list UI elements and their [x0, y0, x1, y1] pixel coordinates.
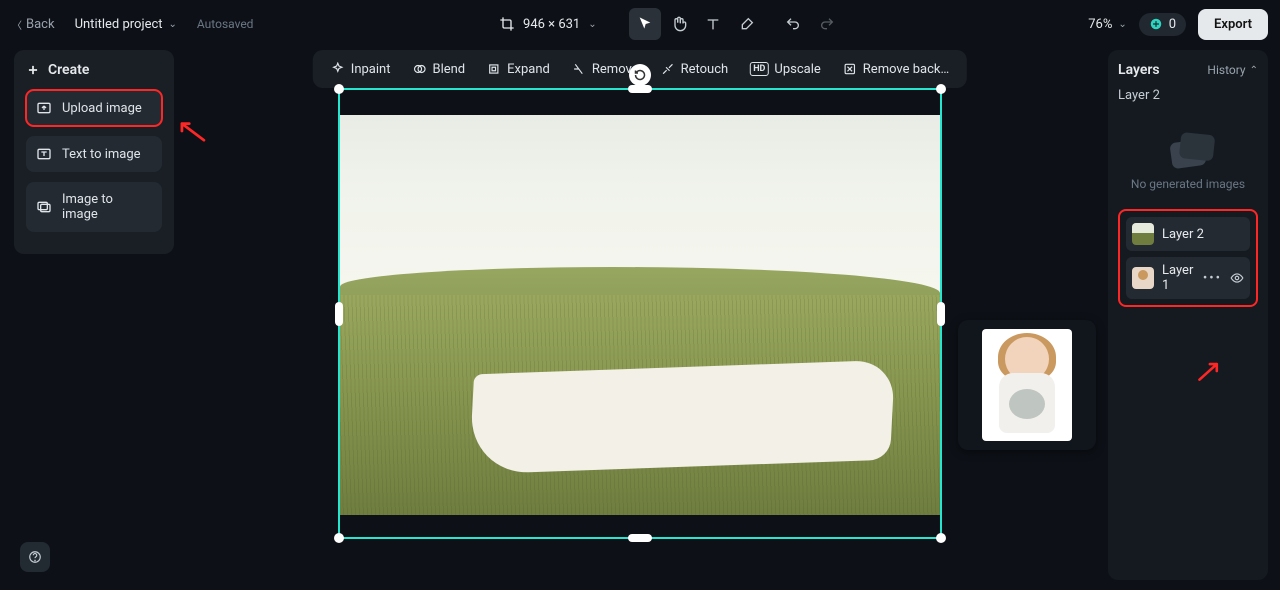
- pointer-icon: [637, 16, 653, 32]
- crop-icon: [499, 16, 515, 32]
- retouch-icon: [661, 62, 675, 76]
- more-icon[interactable]: •••: [1203, 271, 1222, 286]
- upload-icon: [36, 100, 52, 116]
- redo-icon: [819, 16, 835, 32]
- canvas-dims-value: 946 × 631: [523, 17, 580, 32]
- layer-name: Layer 2: [1162, 227, 1244, 242]
- blend-icon: [412, 62, 426, 76]
- pointer-tool[interactable]: [629, 8, 661, 40]
- layer-thumb: [1132, 267, 1154, 289]
- annotation-arrow-2: [1196, 360, 1222, 382]
- tool-group: [629, 8, 843, 40]
- resize-handle-top[interactable]: [628, 85, 652, 93]
- remove-background-button[interactable]: Remove back…: [833, 56, 959, 83]
- hand-icon: [671, 16, 687, 32]
- top-bar: 〈 Back Untitled project ⌄ Autosaved 946 …: [0, 0, 1280, 48]
- redo-button[interactable]: [811, 8, 843, 40]
- layer-actions: •••: [1203, 271, 1244, 286]
- create-panel: Create Upload image Text to image Image …: [14, 50, 174, 254]
- chevron-down-icon: ⌄: [588, 19, 596, 30]
- brush-icon: [739, 16, 755, 32]
- layer-thumb: [1132, 223, 1154, 245]
- resize-handle-tl[interactable]: [334, 84, 344, 94]
- back-label: Back: [26, 17, 55, 32]
- chevron-up-icon: ⌃: [1250, 65, 1258, 76]
- preview-thumbnail: [982, 329, 1072, 441]
- zoom-value: 76%: [1088, 17, 1112, 32]
- brush-tool[interactable]: [731, 8, 763, 40]
- back-button[interactable]: 〈 Back: [12, 17, 55, 32]
- resize-handle-left[interactable]: [335, 302, 343, 326]
- expand-button[interactable]: Expand: [477, 56, 560, 83]
- lp-item-label: Text to image: [62, 147, 141, 162]
- chevron-left-icon: 〈: [12, 17, 22, 32]
- layer-list: Layer 2 Layer 1 •••: [1118, 209, 1258, 307]
- help-button[interactable]: [20, 542, 50, 572]
- floating-layer-preview[interactable]: [958, 320, 1096, 450]
- create-panel-title: Create: [26, 62, 162, 78]
- annotation-arrow-1: [178, 120, 206, 142]
- layer-row-layer1[interactable]: Layer 1 •••: [1126, 257, 1250, 299]
- text-tool[interactable]: [697, 8, 729, 40]
- text-to-image-button[interactable]: Text to image: [26, 136, 162, 172]
- empty-images-icon: [1169, 139, 1206, 169]
- credits-pill[interactable]: 0: [1139, 13, 1186, 36]
- visibility-icon[interactable]: [1230, 271, 1244, 286]
- lp-item-label: Upload image: [62, 101, 142, 116]
- rotate-icon: [634, 69, 646, 81]
- layers-title: Layers: [1118, 62, 1160, 78]
- hd-icon: HD: [750, 62, 768, 76]
- credits-icon: [1149, 17, 1163, 31]
- layer-row-layer2[interactable]: Layer 2: [1126, 217, 1250, 251]
- resize-handle-right[interactable]: [937, 302, 945, 326]
- resize-handle-tr[interactable]: [936, 84, 946, 94]
- canvas-image[interactable]: [340, 115, 940, 515]
- layers-panel: Layers History ⌃ Layer 2 No generated im…: [1108, 50, 1268, 580]
- upscale-button[interactable]: HD Upscale: [740, 56, 831, 83]
- zoom-dropdown[interactable]: 76% ⌄: [1088, 17, 1127, 32]
- resize-handle-bl[interactable]: [334, 533, 344, 543]
- undo-button[interactable]: [777, 8, 809, 40]
- lp-item-label: Image to image: [62, 192, 152, 222]
- blend-button[interactable]: Blend: [402, 56, 475, 83]
- remove-bg-icon: [843, 62, 857, 76]
- inpaint-button[interactable]: Inpaint: [321, 56, 401, 83]
- remove-icon: [572, 62, 586, 76]
- canvas-dimensions-dropdown[interactable]: 946 × 631 ⌄: [499, 16, 597, 32]
- text-to-image-icon: [36, 146, 52, 162]
- layer-name: Layer 1: [1162, 263, 1195, 293]
- empty-state: No generated images: [1118, 117, 1258, 209]
- hand-tool[interactable]: [663, 8, 695, 40]
- image-to-image-button[interactable]: Image to image: [26, 182, 162, 232]
- rotate-handle[interactable]: [629, 64, 651, 86]
- expand-icon: [487, 62, 501, 76]
- text-icon: [705, 16, 721, 32]
- chevron-down-icon: ⌄: [169, 19, 177, 30]
- export-button[interactable]: Export: [1198, 9, 1268, 40]
- resize-handle-br[interactable]: [936, 533, 946, 543]
- inpaint-icon: [331, 62, 345, 76]
- selected-layer-label: Layer 2: [1118, 88, 1258, 103]
- image-to-image-icon: [36, 199, 52, 215]
- upload-image-button[interactable]: Upload image: [26, 90, 162, 126]
- history-toggle[interactable]: History ⌃: [1207, 63, 1258, 77]
- credits-value: 0: [1169, 17, 1176, 32]
- resize-handle-bottom[interactable]: [628, 534, 652, 542]
- project-title: Untitled project: [75, 17, 163, 32]
- plus-icon: [26, 63, 40, 77]
- autosaved-status: Autosaved: [197, 17, 254, 31]
- project-title-dropdown[interactable]: Untitled project ⌄: [67, 13, 185, 36]
- canvas-selection[interactable]: [338, 88, 942, 539]
- help-icon: [28, 550, 42, 564]
- retouch-button[interactable]: Retouch: [651, 56, 739, 83]
- chevron-down-icon: ⌄: [1118, 19, 1126, 30]
- undo-icon: [785, 16, 801, 32]
